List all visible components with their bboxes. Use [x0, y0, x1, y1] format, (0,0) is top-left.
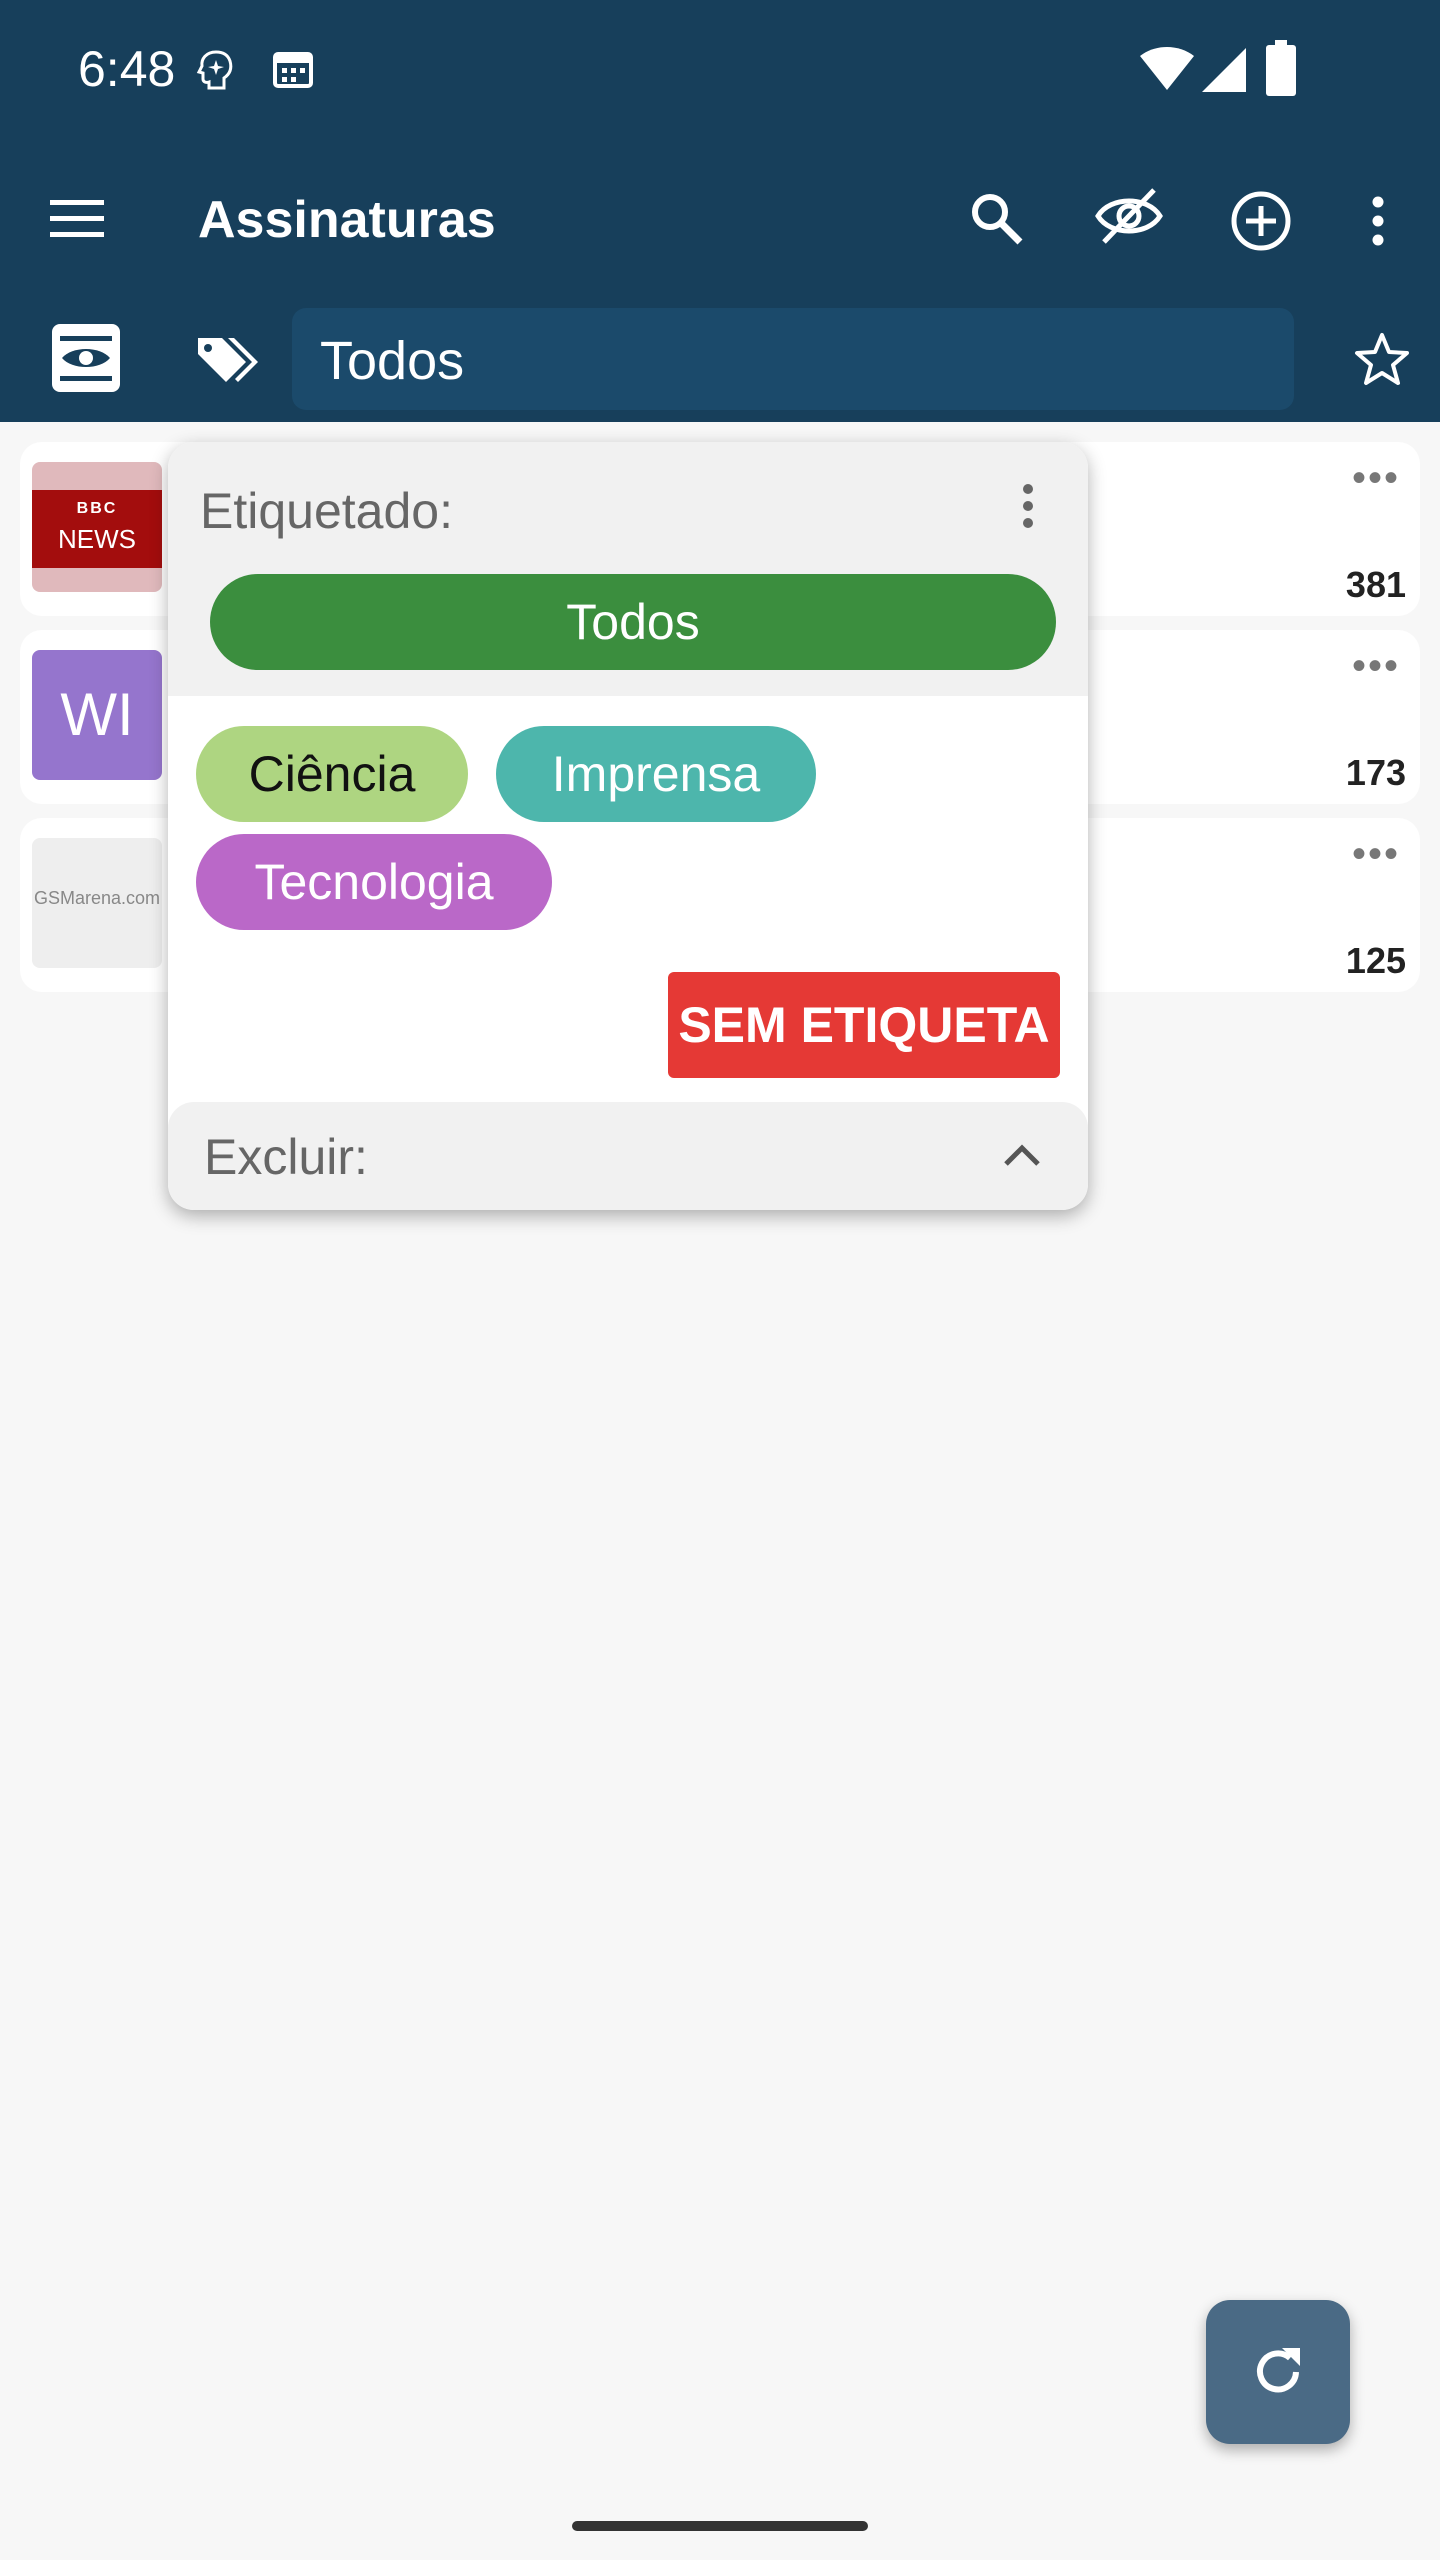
tag-filter-popup: Etiquetado: Todos Ciência Imprensa Tecno… — [168, 442, 1088, 1210]
exclude-heading: Excluir: — [204, 1129, 368, 1185]
tag-chip-imprensa[interactable]: Imprensa — [496, 726, 816, 822]
tag-chip-ciencia[interactable]: Ciência — [196, 726, 468, 822]
more-horiz-icon[interactable]: ••• — [1352, 644, 1400, 689]
logo-text: BBC — [76, 500, 118, 517]
add-icon[interactable] — [1230, 190, 1292, 252]
unread-count: 381 — [1345, 564, 1406, 605]
tagged-heading: Etiquetado: — [200, 483, 453, 539]
tagged-section: Etiquetado: Todos — [168, 442, 1088, 696]
untagged-button[interactable]: SEM ETIQUETA — [668, 972, 1060, 1078]
logo-text: NEWS — [58, 524, 136, 554]
subscription-logo: GSMarena.com — [32, 838, 162, 968]
tag-chip-all[interactable]: Todos — [210, 574, 1056, 670]
logo-text: WI — [60, 681, 134, 748]
status-time: 6:48 — [78, 41, 176, 97]
signal-icon — [1202, 48, 1246, 92]
wifi-icon — [1140, 47, 1194, 90]
refresh-icon — [1257, 2348, 1300, 2393]
gesture-nav-handle[interactable] — [572, 2521, 868, 2531]
unread-count: 173 — [1345, 752, 1406, 793]
status-bar: 6:48 — [0, 0, 1440, 150]
battery-icon — [1266, 40, 1296, 96]
exclude-section[interactable]: Excluir: — [168, 1102, 1088, 1210]
more-vert-icon[interactable] — [1368, 196, 1388, 246]
app-bar: 6:48 Assinaturas Todos — [0, 0, 1440, 422]
tag-chip-tecnologia[interactable]: Tecnologia — [196, 834, 552, 930]
assistant-notification-icon — [196, 50, 233, 90]
star-icon[interactable] — [1354, 332, 1410, 386]
logo-text: GSMarena.com — [33, 888, 161, 908]
tag-filter-value: Todos — [320, 331, 465, 391]
read-view-icon[interactable] — [52, 324, 120, 392]
subscription-logo: WI — [32, 650, 162, 780]
menu-icon[interactable] — [50, 198, 104, 238]
hide-read-icon[interactable] — [1094, 186, 1164, 246]
search-icon[interactable] — [968, 190, 1024, 246]
chevron-up-icon[interactable] — [1002, 1142, 1042, 1168]
more-horiz-icon[interactable]: ••• — [1352, 832, 1400, 877]
refresh-button[interactable] — [1206, 2300, 1350, 2444]
subscription-logo: BBC NEWS — [32, 462, 162, 592]
page-title: Assinaturas — [198, 191, 496, 249]
unread-count: 125 — [1345, 940, 1406, 981]
calendar-notification-icon — [273, 52, 313, 88]
tags-icon[interactable] — [196, 334, 260, 386]
more-vert-icon[interactable] — [1020, 484, 1036, 528]
more-horiz-icon[interactable]: ••• — [1352, 456, 1400, 501]
